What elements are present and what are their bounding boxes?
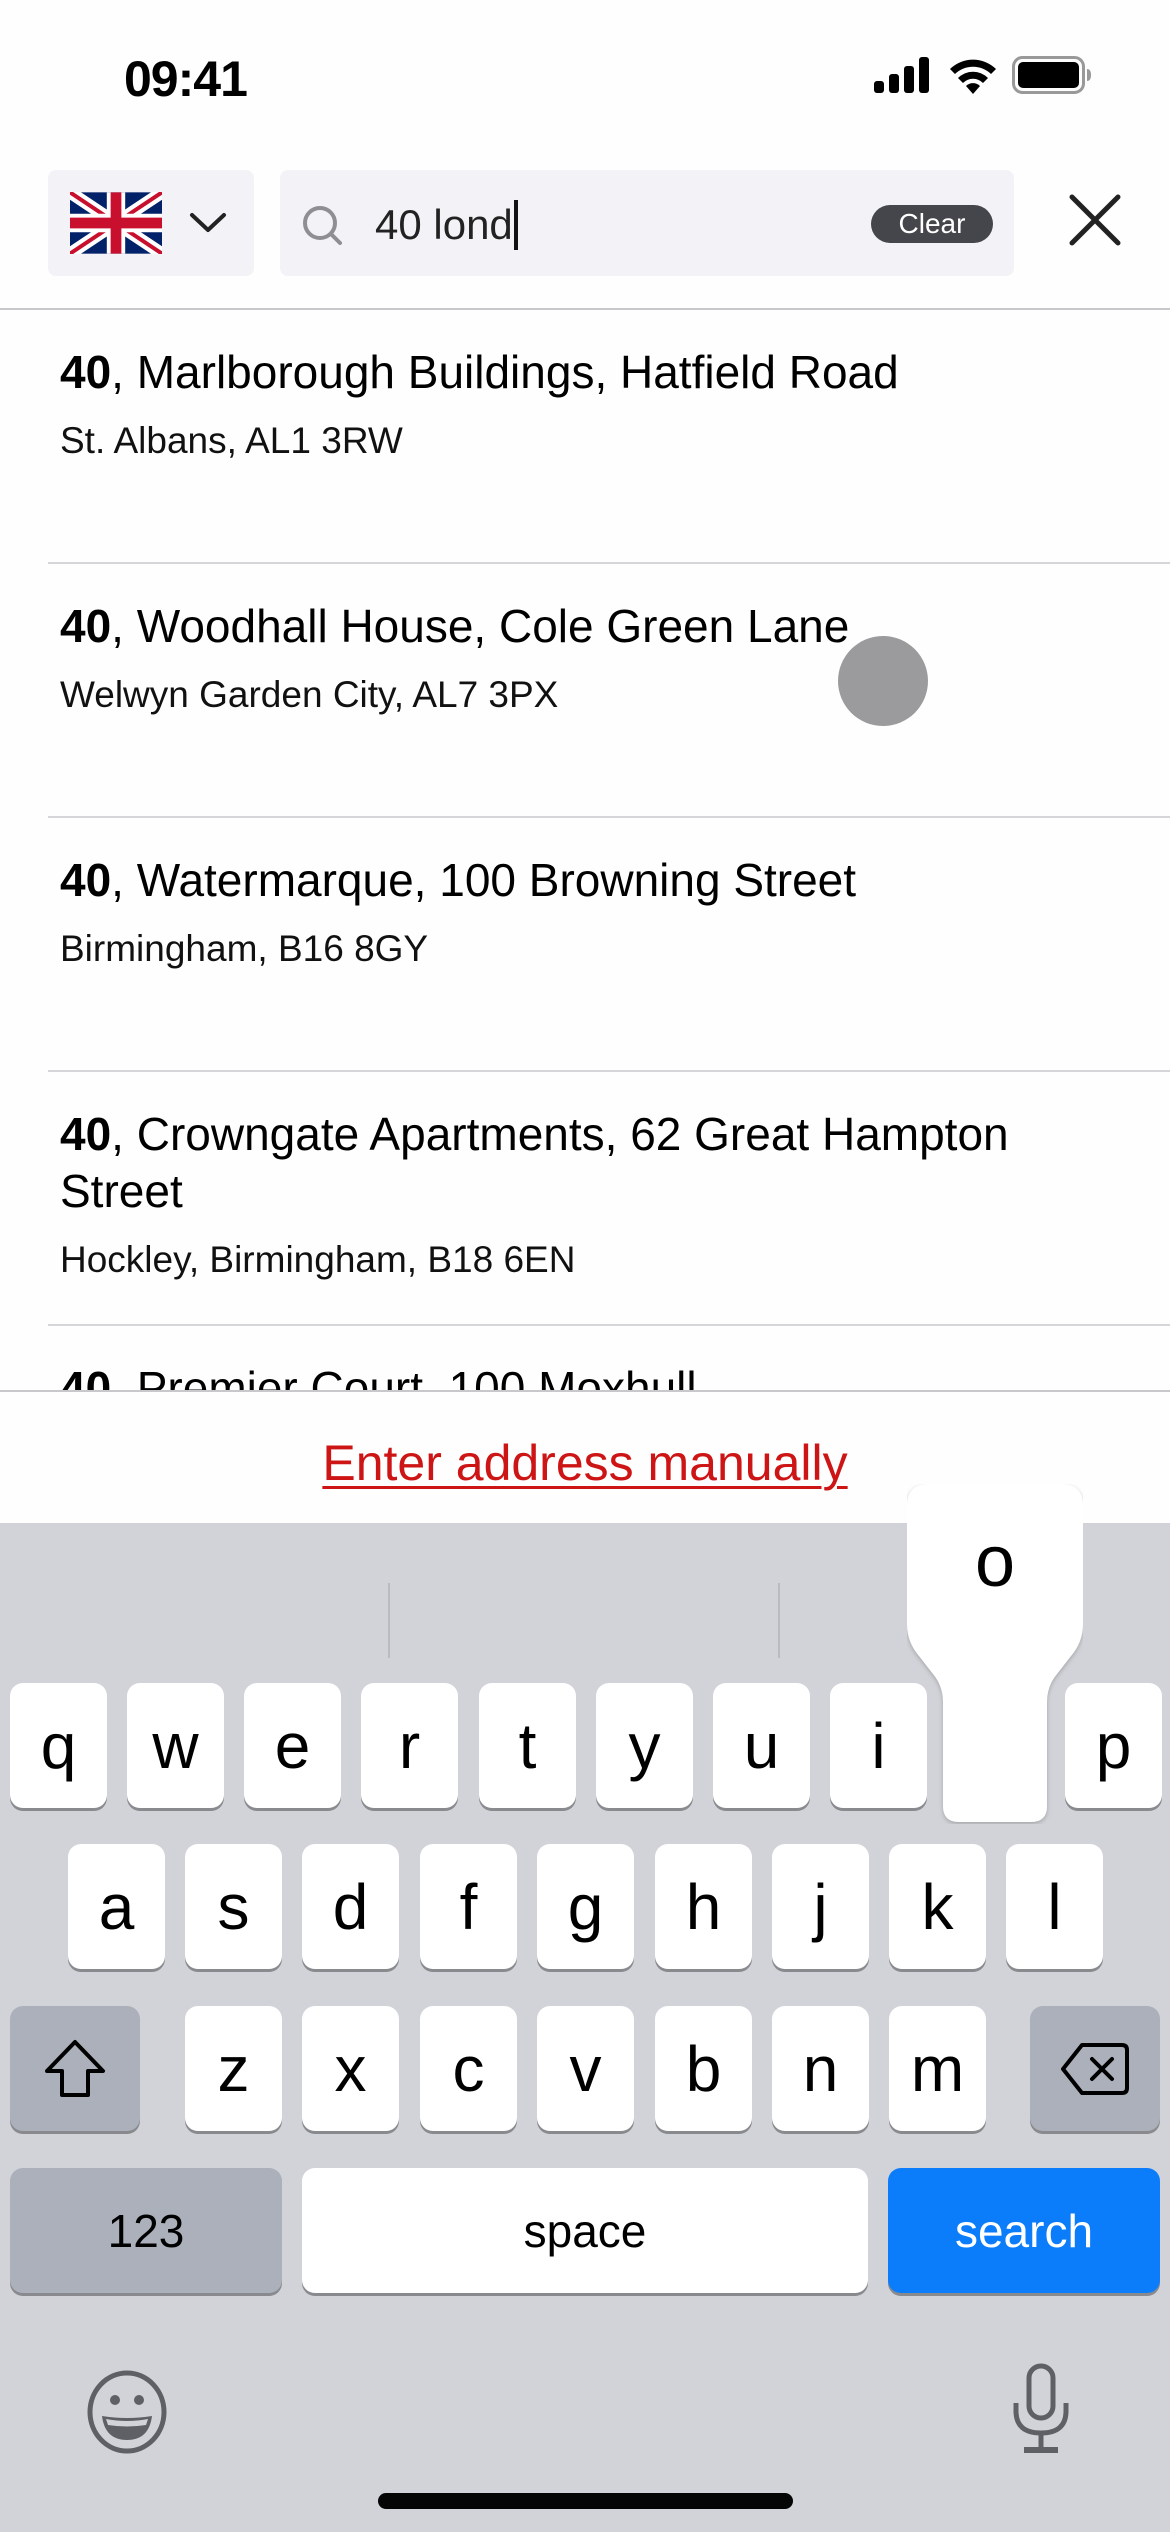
search-key[interactable]: search xyxy=(888,2168,1160,2293)
key-k[interactable]: k xyxy=(889,1844,986,1969)
wifi-icon xyxy=(950,59,996,94)
address-line1: 40, Marlborough Buildings, Hatfield Road xyxy=(60,344,1060,401)
key-o: o xyxy=(974,1522,1016,1602)
shift-key[interactable] xyxy=(10,2006,140,2131)
address-locality: Hockley, Birmingham, B18 6EN xyxy=(60,1239,576,1280)
home-indicator xyxy=(378,2493,793,2509)
status-time: 09:41 xyxy=(124,51,248,107)
key-v[interactable]: v xyxy=(537,2006,634,2131)
house-number: 40 xyxy=(60,1108,112,1160)
street: , Crowngate Apartments, 62 Great Hampton… xyxy=(60,1108,1009,1217)
delete-icon xyxy=(1061,2042,1129,2095)
suggestion-divider xyxy=(388,1583,390,1658)
key-y[interactable]: y xyxy=(596,1683,693,1808)
street: , Woodhall House, Cole Green Lane xyxy=(111,600,850,652)
address-line1: 40, Watermarque, 100 Browning Street xyxy=(60,852,1060,909)
address-result-item[interactable]: 40, Woodhall House, Cole Green Lane Welw… xyxy=(48,564,1170,818)
suggestion-divider xyxy=(778,1583,780,1658)
house-number: 40 xyxy=(60,346,112,398)
address-search-input[interactable]: 40 lond Clear xyxy=(280,170,1014,276)
street: , Marlborough Buildings, Hatfield Road xyxy=(111,346,899,398)
numbers-key[interactable]: 123 xyxy=(10,2168,282,2293)
chevron-down-icon xyxy=(190,213,226,232)
cellular-signal-icon xyxy=(874,57,929,93)
key-h[interactable]: h xyxy=(655,1844,752,1969)
key-a[interactable]: a xyxy=(68,1844,165,1969)
key-r[interactable]: r xyxy=(361,1683,458,1808)
key-z[interactable]: z xyxy=(185,2006,282,2131)
clear-button[interactable]: Clear xyxy=(871,205,993,243)
emoji-icon[interactable] xyxy=(86,2370,168,2454)
key-u[interactable]: u xyxy=(713,1683,810,1808)
country-selector[interactable] xyxy=(48,170,254,276)
shift-icon xyxy=(45,2039,105,2097)
key-d[interactable]: d xyxy=(302,1844,399,1969)
search-text: 40 lond xyxy=(375,201,513,248)
close-icon xyxy=(1069,194,1121,246)
close-button[interactable] xyxy=(1065,190,1125,250)
search-header: 40 lond Clear xyxy=(0,150,1170,310)
key-m[interactable]: m xyxy=(889,2006,986,2131)
delete-key[interactable] xyxy=(1030,2006,1160,2131)
key-g[interactable]: g xyxy=(537,1844,634,1969)
touch-indicator xyxy=(838,636,928,726)
status-bar: 09:41 xyxy=(0,0,1170,150)
address-locality: Birmingham, B16 8GY xyxy=(60,928,429,969)
text-cursor xyxy=(513,200,518,250)
space-key[interactable]: space xyxy=(302,2168,868,2293)
house-number: 40 xyxy=(60,1362,112,1390)
search-input-value[interactable]: 40 lond xyxy=(375,200,518,250)
key-j[interactable]: j xyxy=(772,1844,869,1969)
key-l[interactable]: l xyxy=(1006,1844,1103,1969)
key-f[interactable]: f xyxy=(420,1844,517,1969)
key-q[interactable]: q xyxy=(10,1683,107,1808)
address-locality: St. Albans, AL1 3RW xyxy=(60,420,403,461)
street: , Premier Court, 100 Moxhull xyxy=(111,1362,697,1390)
key-s[interactable]: s xyxy=(185,1844,282,1969)
address-result-item[interactable]: 40, Watermarque, 100 Browning Street Bir… xyxy=(48,818,1170,1072)
address-result-item[interactable]: 40, Marlborough Buildings, Hatfield Road… xyxy=(48,310,1170,564)
key-w[interactable]: w xyxy=(127,1683,224,1808)
battery-icon xyxy=(1012,56,1091,94)
keyboard: q w e r t y u i p o a s d f g h j k l z … xyxy=(0,1484,1170,2532)
street: , Watermarque, 100 Browning Street xyxy=(111,854,857,906)
key-e[interactable]: e xyxy=(244,1683,341,1808)
union-jack-flag-icon xyxy=(70,192,162,254)
key-b[interactable]: b xyxy=(655,2006,752,2131)
key-c[interactable]: c xyxy=(420,2006,517,2131)
house-number: 40 xyxy=(60,854,112,906)
address-line1: 40, Premier Court, 100 Moxhull xyxy=(60,1360,1060,1390)
address-results-list[interactable]: 40, Marlborough Buildings, Hatfield Road… xyxy=(0,310,1170,1390)
search-icon xyxy=(303,206,342,245)
address-line1: 40, Crowngate Apartments, 62 Great Hampt… xyxy=(60,1106,1060,1220)
key-x[interactable]: x xyxy=(302,2006,399,2131)
status-icons xyxy=(874,56,1092,94)
address-result-item[interactable]: 40, Crowngate Apartments, 62 Great Hampt… xyxy=(48,1072,1170,1326)
address-locality: Welwyn Garden City, AL7 3PX xyxy=(60,674,559,715)
key-t[interactable]: t xyxy=(479,1683,576,1808)
house-number: 40 xyxy=(60,600,112,652)
address-result-item[interactable]: 40, Premier Court, 100 Moxhull xyxy=(48,1326,1170,1390)
microphone-icon[interactable] xyxy=(1010,2363,1072,2455)
key-n[interactable]: n xyxy=(772,2006,869,2131)
